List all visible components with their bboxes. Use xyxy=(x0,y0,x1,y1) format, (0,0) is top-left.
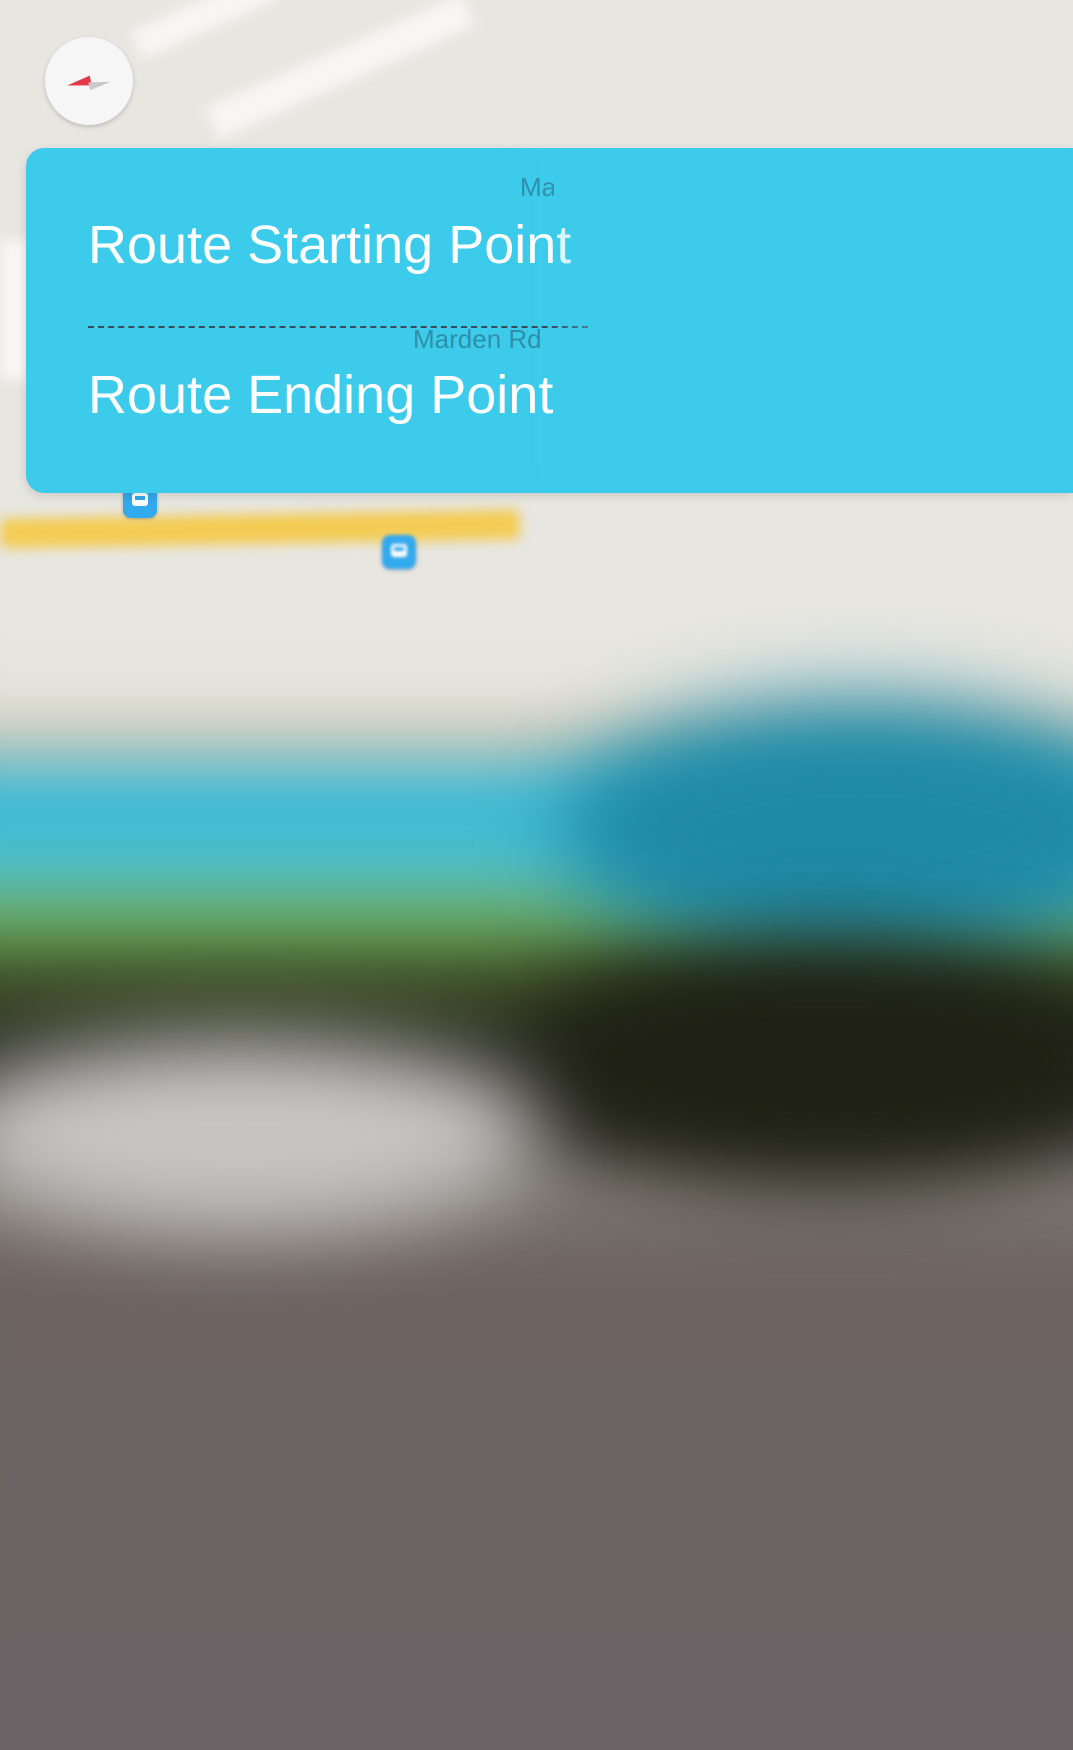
bus-stop-icon xyxy=(391,544,407,557)
map-street-label: Marden Rd xyxy=(413,324,542,354)
route-planner-card: Ma Route Starting Point Marden Rd Route … xyxy=(26,148,1073,493)
card-fade-overlay xyxy=(546,148,1073,493)
route-start-input[interactable]: Route Starting Point xyxy=(88,214,571,276)
compass-needle-tail xyxy=(88,77,112,91)
bus-stop-marker[interactable] xyxy=(382,535,416,569)
route-end-input[interactable]: Route Ending Point xyxy=(88,364,553,426)
bus-stop-icon xyxy=(132,493,148,506)
compass-button[interactable] xyxy=(45,37,133,125)
